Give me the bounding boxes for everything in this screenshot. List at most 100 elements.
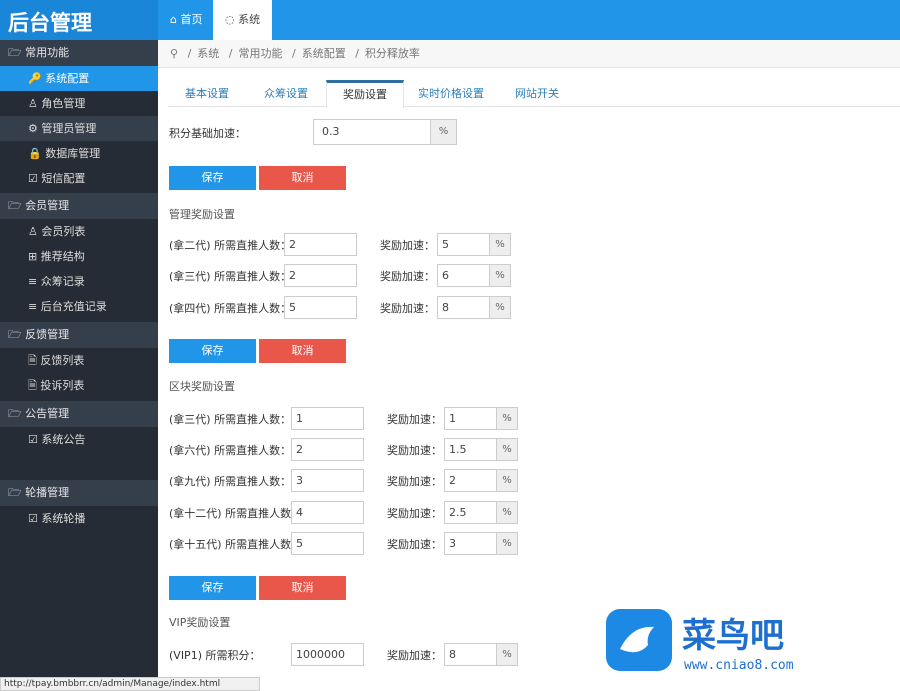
- speed-input[interactable]: 8: [444, 643, 497, 666]
- sidebar-item[interactable]: ⚙ 管理员管理: [0, 116, 158, 141]
- required-count-input[interactable]: 5: [284, 296, 357, 319]
- sidebar: 🗁 常用功能 🔑 系统配置 ♙ 角色管理 ⚙ 管理员管理 🔒 数据库管理 ☑ 短信配置 🗁 …: [0, 40, 158, 677]
- sidebar-group-label: 轮播管理: [25, 486, 70, 499]
- save-button-2[interactable]: 保存: [169, 339, 256, 363]
- menu-item-icon: 🗎: [28, 354, 41, 367]
- settings-tabs: 基本设置 众筹设置 奖励设置 实时价格设置 网站开关: [168, 80, 900, 108]
- menu-item-icon: ⊞: [28, 250, 41, 263]
- speed-label: 奖励加速：: [380, 302, 435, 315]
- sidebar-item[interactable]: ≡ 后台充值记录: [0, 294, 158, 319]
- required-count-label: (拿九代) 所需直推人数：: [169, 475, 292, 488]
- required-count-input[interactable]: 2: [284, 233, 357, 256]
- speed-input[interactable]: 3: [444, 532, 497, 555]
- sidebar-item-label: 角色管理: [41, 97, 86, 110]
- sidebar-item[interactable]: ☑ 系统公告: [0, 427, 158, 452]
- save-button-1[interactable]: 保存: [169, 166, 256, 190]
- tab-reward[interactable]: 奖励设置: [326, 80, 404, 108]
- percent-addon: %: [430, 119, 457, 145]
- svg-text:www.cniao8.com: www.cniao8.com: [684, 658, 794, 673]
- breadcrumb-item[interactable]: 系统配置: [302, 47, 346, 60]
- folder-icon: 🗁: [8, 486, 26, 499]
- speed-input[interactable]: 2: [444, 469, 497, 492]
- percent-addon: %: [496, 501, 518, 524]
- required-count-input[interactable]: 5: [291, 532, 364, 555]
- sidebar-item[interactable]: ☑ 系统轮播: [0, 506, 158, 531]
- speed-label: 奖励加速：: [387, 475, 442, 488]
- required-count-input[interactable]: 4: [291, 501, 364, 524]
- menu-item-icon: ≡: [28, 275, 41, 288]
- sidebar-item-label: 管理员管理: [41, 122, 97, 135]
- sidebar-group[interactable]: 🗁 会员管理: [0, 193, 158, 219]
- sidebar-group[interactable]: 🗁 反馈管理: [0, 322, 158, 348]
- top-bar: 后台管理 ⌂ 首页 ◌ 系统: [0, 0, 900, 40]
- speed-input[interactable]: 1: [444, 407, 497, 430]
- cancel-button-1[interactable]: 取消: [259, 166, 346, 190]
- speed-label: 奖励加速：: [380, 270, 435, 283]
- required-count-input[interactable]: 2: [291, 438, 364, 461]
- sidebar-group[interactable]: 🗁 常用功能: [0, 40, 158, 66]
- tab-site-switch[interactable]: 网站开关: [498, 80, 576, 107]
- required-count-label: (拿四代) 所需直推人数：: [169, 302, 292, 315]
- required-count-label: (VIP1) 所需积分：: [169, 649, 261, 662]
- sidebar-group-label: 会员管理: [25, 199, 70, 212]
- sidebar-item[interactable]: 🗎 投诉列表: [0, 373, 158, 398]
- sidebar-item-label: 后台充值记录: [40, 300, 107, 313]
- required-count-label: (拿十二代) 所需直推人数：: [169, 507, 303, 520]
- sidebar-item[interactable]: ☑ 短信配置: [0, 166, 158, 191]
- sidebar-item-label: 系统轮播: [41, 512, 86, 525]
- sidebar-group[interactable]: 🗁 轮播管理: [0, 480, 158, 506]
- required-count-label: (拿二代) 所需直推人数：: [169, 239, 292, 252]
- percent-addon: %: [489, 296, 511, 319]
- sidebar-item-label: 会员列表: [41, 225, 86, 238]
- percent-addon: %: [489, 233, 511, 256]
- speed-label: 奖励加速：: [387, 444, 442, 457]
- percent-addon: %: [496, 643, 518, 666]
- sidebar-item[interactable]: 🔑 系统配置: [0, 66, 158, 91]
- sidebar-item-label: 反馈列表: [40, 354, 85, 367]
- tab-price[interactable]: 实时价格设置: [405, 80, 497, 107]
- speed-input[interactable]: 6: [437, 264, 490, 287]
- watermark-logo: 菜鸟吧 www.cniao8.com: [602, 605, 892, 677]
- breadcrumb-item[interactable]: 常用功能: [239, 47, 283, 60]
- required-count-label: (拿十五代) 所需直推人数：: [169, 538, 303, 551]
- sidebar-group[interactable]: 🗁 公告管理: [0, 401, 158, 427]
- cancel-button-3[interactable]: 取消: [259, 576, 346, 600]
- section-title: VIP奖励设置: [169, 616, 231, 629]
- required-count-input[interactable]: 1000000: [291, 643, 364, 666]
- sidebar-item[interactable]: ≡ 众筹记录: [0, 269, 158, 294]
- percent-addon: %: [496, 469, 518, 492]
- svg-text:菜鸟吧: 菜鸟吧: [682, 616, 784, 656]
- percent-addon: %: [496, 438, 518, 461]
- sidebar-item[interactable]: 🗎 反馈列表: [0, 348, 158, 373]
- required-count-input[interactable]: 2: [284, 264, 357, 287]
- folder-icon: 🗁: [8, 407, 26, 420]
- required-count-label: (拿三代) 所需直推人数：: [169, 413, 292, 426]
- sidebar-group-label: 常用功能: [25, 46, 70, 59]
- cancel-button-2[interactable]: 取消: [259, 339, 346, 363]
- sidebar-group-label: 公告管理: [25, 407, 70, 420]
- sidebar-item[interactable]: ⊞ 推荐结构: [0, 244, 158, 269]
- tab-home[interactable]: ⌂ 首页: [158, 0, 214, 40]
- speed-input[interactable]: 1.5: [444, 438, 497, 461]
- required-count-input[interactable]: 1: [291, 407, 364, 430]
- folder-icon: 🗁: [8, 199, 26, 212]
- speed-label: 奖励加速：: [387, 538, 442, 551]
- breadcrumb-item[interactable]: 系统: [197, 47, 219, 60]
- app-logo: 后台管理: [0, 0, 158, 40]
- speed-input[interactable]: 8: [437, 296, 490, 319]
- save-button-3[interactable]: 保存: [169, 576, 256, 600]
- speed-input[interactable]: 5: [437, 233, 490, 256]
- sidebar-item-label: 系统配置: [45, 72, 90, 85]
- sidebar-item[interactable]: ♙ 会员列表: [0, 219, 158, 244]
- required-count-input[interactable]: 3: [291, 469, 364, 492]
- menu-item-icon: 🔑: [28, 72, 46, 85]
- sidebar-item[interactable]: 🔒 数据库管理: [0, 141, 158, 166]
- sidebar-item[interactable]: ♙ 角色管理: [0, 91, 158, 116]
- tab-basic[interactable]: 基本设置: [168, 80, 246, 107]
- speed-input[interactable]: 2.5: [444, 501, 497, 524]
- base-speed-input[interactable]: 0.3: [313, 119, 431, 145]
- menu-item-icon: 🗎: [28, 379, 41, 392]
- tab-system[interactable]: ◌ 系统: [213, 0, 273, 40]
- percent-addon: %: [496, 532, 518, 555]
- tab-crowdfund[interactable]: 众筹设置: [247, 80, 325, 107]
